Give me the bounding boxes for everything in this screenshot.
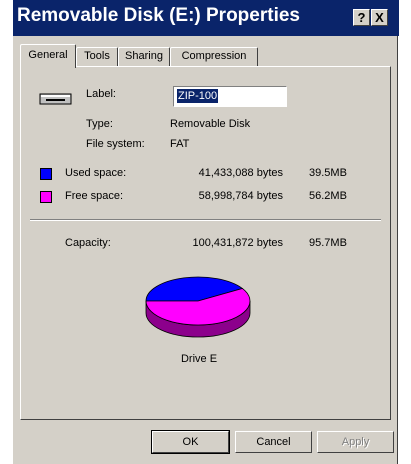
label-caption: Label: bbox=[86, 88, 116, 100]
tab-sharing[interactable]: Sharing bbox=[118, 47, 170, 66]
type-caption: Type: bbox=[86, 118, 113, 130]
tab-tools[interactable]: Tools bbox=[76, 47, 118, 66]
capacity-bytes: 100,431,872 bytes bbox=[192, 237, 283, 249]
close-button[interactable]: X bbox=[371, 9, 388, 26]
free-space-size: 56.2MB bbox=[309, 190, 347, 202]
tab-general[interactable]: General bbox=[20, 44, 76, 68]
free-space-caption: Free space: bbox=[65, 190, 124, 202]
used-space-size: 39.5MB bbox=[309, 167, 347, 179]
used-space-bytes: 41,433,088 bytes bbox=[198, 167, 283, 179]
free-space-bytes: 58,998,784 bytes bbox=[198, 190, 283, 202]
properties-window: Removable Disk (E:) Properties ? X Gener… bbox=[12, 0, 399, 464]
ok-button[interactable]: OK bbox=[151, 430, 230, 454]
capacity-caption: Capacity: bbox=[65, 237, 111, 249]
disk-usage-pie-chart bbox=[145, 276, 251, 338]
title-bar[interactable]: Removable Disk (E:) Properties ? X bbox=[13, 0, 399, 36]
drive-caption: Drive E bbox=[180, 353, 218, 365]
used-space-swatch bbox=[40, 168, 52, 180]
window-title: Removable Disk (E:) Properties bbox=[17, 5, 300, 26]
apply-button: Apply bbox=[317, 431, 394, 453]
cancel-button[interactable]: Cancel bbox=[235, 431, 312, 453]
volume-label-input[interactable]: ZIP-100 bbox=[173, 86, 287, 107]
free-space-swatch bbox=[40, 191, 52, 203]
volume-label-value: ZIP-100 bbox=[177, 89, 219, 103]
filesystem-caption: File system: bbox=[86, 138, 145, 150]
help-button[interactable]: ? bbox=[353, 9, 370, 26]
capacity-size: 95.7MB bbox=[309, 237, 347, 249]
general-panel: Label: ZIP-100 Type: Removable Disk File… bbox=[20, 66, 391, 420]
separator bbox=[30, 219, 381, 221]
filesystem-value: FAT bbox=[170, 138, 190, 150]
tab-compression[interactable]: Compression bbox=[170, 47, 258, 66]
type-value: Removable Disk bbox=[170, 118, 251, 130]
removable-drive-icon bbox=[39, 93, 72, 105]
used-space-caption: Used space: bbox=[65, 167, 127, 179]
